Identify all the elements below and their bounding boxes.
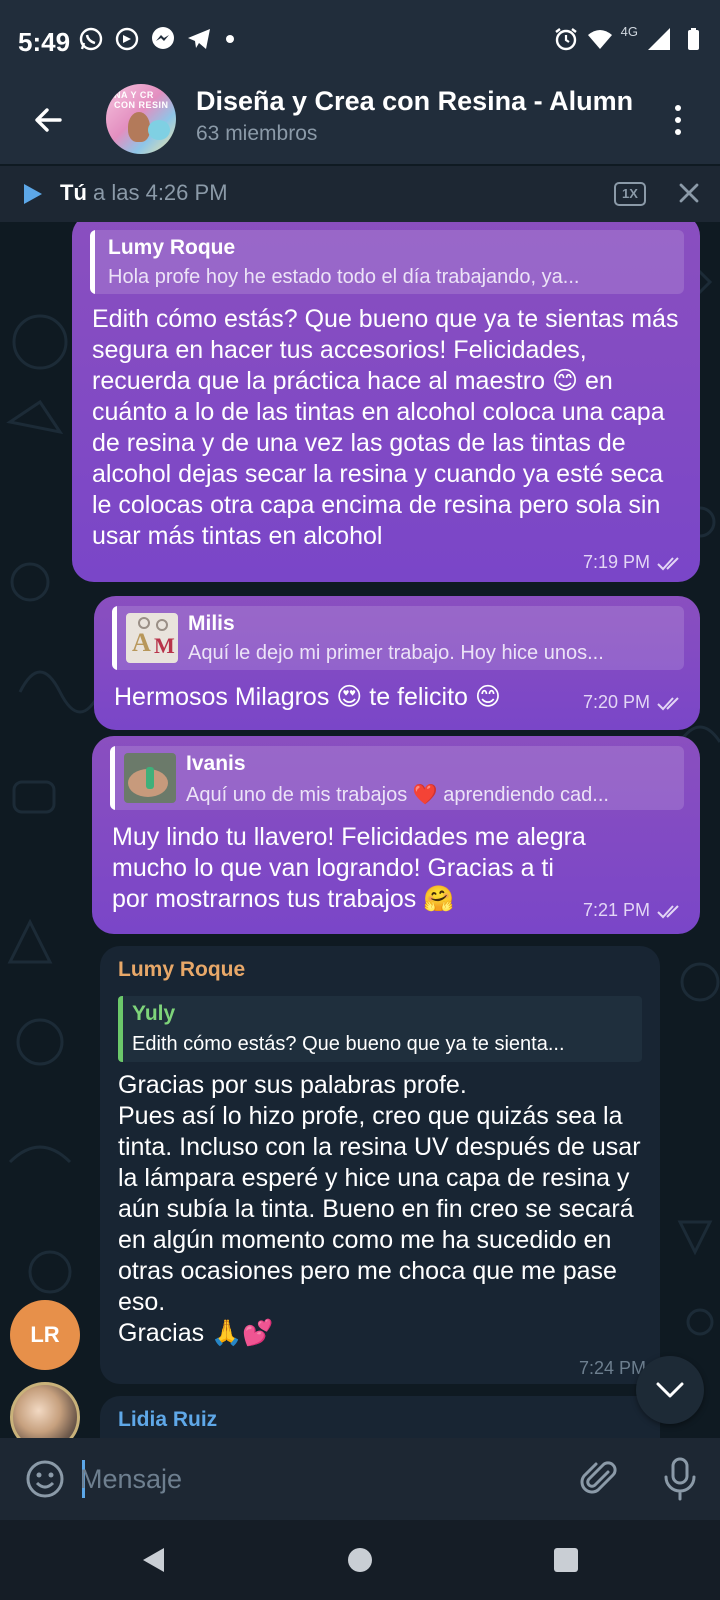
play-icon[interactable] xyxy=(22,182,44,206)
close-icon[interactable] xyxy=(674,178,704,208)
message-text: Edith cómo estás? Que bueno que ya te si… xyxy=(92,305,679,550)
outgoing-message[interactable]: Lumy Roque Hola profe hoy he estado todo… xyxy=(72,222,700,582)
notification-icons xyxy=(78,26,234,52)
message-meta: 7:20 PM xyxy=(583,692,686,713)
incoming-message[interactable]: Lumy Roque Yuly Edith cómo estás? Que bu… xyxy=(100,946,660,1384)
more-notifications-dot xyxy=(226,35,234,43)
reply-accent-bar xyxy=(112,606,117,670)
reply-preview[interactable]: Ivanis Aquí uno de mis trabajos ❤️ apren… xyxy=(110,746,684,810)
status-bar: 5:49 4G xyxy=(0,0,720,80)
reply-accent-bar xyxy=(118,996,123,1062)
message-meta: 7:19 PM xyxy=(583,552,686,573)
reply-photo-thumbnail xyxy=(124,753,176,803)
message-input[interactable] xyxy=(80,1452,560,1506)
reply-photo-thumbnail: A M xyxy=(126,613,178,663)
back-arrow-icon xyxy=(35,108,62,132)
outgoing-message[interactable]: A M Milis Aquí le dejo mi primer trabajo… xyxy=(94,596,700,730)
reply-sender: Ivanis xyxy=(186,752,246,775)
reply-sender: Lumy Roque xyxy=(108,236,236,259)
wifi-icon xyxy=(587,30,612,49)
message-text: Gracias por sus palabras profe. Pues así… xyxy=(118,1071,641,1347)
message-time: 7:21 PM xyxy=(582,900,650,920)
group-avatar[interactable]: ÑA Y CR CON RESIN xyxy=(106,84,176,154)
message-meta: 7:21 PM xyxy=(583,900,686,921)
battery-icon xyxy=(688,28,699,50)
reply-preview[interactable]: Lumy Roque Hola profe hoy he estado todo… xyxy=(90,230,684,294)
incoming-message[interactable]: Lidia Ruiz xyxy=(100,1396,660,1438)
alarm-icon xyxy=(554,28,577,51)
svg-text:A: A xyxy=(132,628,151,657)
nav-recents-button[interactable] xyxy=(554,1548,578,1572)
network-type: 4G xyxy=(620,23,638,39)
group-avatar-person xyxy=(128,112,150,142)
playback-speed-button[interactable]: 1X xyxy=(614,182,646,206)
chat-header: ÑA Y CR CON RESIN Diseña y Crea con Resin… xyxy=(0,80,720,164)
double-check-icon xyxy=(657,556,679,570)
svg-text:M: M xyxy=(154,633,175,658)
reply-sender: Milis xyxy=(188,612,235,635)
member-count: 63 miembros xyxy=(196,122,318,145)
signal-icon xyxy=(648,28,670,50)
navigation-icon xyxy=(115,27,139,51)
player-info: Tú a las 4:26 PM xyxy=(60,180,228,206)
whatsapp-icon xyxy=(79,27,103,51)
sender-name[interactable]: Lumy Roque xyxy=(118,958,245,982)
group-avatar-logo-text: ÑA Y CR CON RESIN xyxy=(114,90,169,110)
telegram-icon xyxy=(188,29,210,49)
menu-dot xyxy=(675,129,681,135)
messenger-icon xyxy=(152,27,174,49)
audio-player-bar[interactable]: Tú a las 4:26 PM 1X xyxy=(0,166,720,222)
double-check-icon xyxy=(657,696,679,710)
double-check-icon xyxy=(657,904,679,918)
telegram-chat-screen: 5:49 4G ÑA Y CR CON RESIN Diseña y Crea c… xyxy=(0,0,720,1600)
sender-name[interactable]: Lidia Ruiz xyxy=(118,1408,217,1432)
reply-text: Edith cómo estás? Que bueno que ya te si… xyxy=(132,1033,565,1055)
message-text: Muy lindo tu llavero! Felicidades me ale… xyxy=(112,823,586,913)
chevron-down-icon xyxy=(656,1382,684,1398)
reply-sender: Yuly xyxy=(132,1002,176,1025)
system-navigation-bar xyxy=(0,1520,720,1600)
group-avatar-decoration xyxy=(148,120,170,140)
reply-text: Hola profe hoy he estado todo el día tra… xyxy=(108,266,580,288)
reply-accent-bar xyxy=(90,230,95,294)
outgoing-message[interactable]: Ivanis Aquí uno de mis trabajos ❤️ apren… xyxy=(92,736,700,934)
menu-dot xyxy=(675,117,681,123)
message-time: 7:20 PM xyxy=(582,692,650,712)
group-title[interactable]: Diseña y Crea con Resina - Alumn xyxy=(196,86,636,117)
paperclip-icon[interactable] xyxy=(578,1458,620,1500)
status-time: 5:49 xyxy=(18,27,71,57)
menu-dot xyxy=(675,105,681,111)
emoji-icon[interactable] xyxy=(24,1458,66,1500)
scroll-to-bottom-button[interactable] xyxy=(636,1356,704,1424)
reply-accent-bar xyxy=(110,746,115,810)
nav-back-icon[interactable] xyxy=(140,1546,166,1574)
reply-text: Aquí le dejo mi primer trabajo. Hoy hice… xyxy=(188,642,604,664)
message-time: 7:24 PM xyxy=(578,1358,646,1378)
reply-preview[interactable]: A M Milis Aquí le dejo mi primer trabajo… xyxy=(112,606,684,670)
message-composer xyxy=(0,1438,720,1520)
player-time: a las 4:26 PM xyxy=(86,180,228,205)
reply-preview[interactable]: Yuly Edith cómo estás? Que bueno que ya … xyxy=(118,996,642,1062)
player-author: Tú xyxy=(60,180,87,205)
reply-text: Aquí uno de mis trabajos ❤️ aprendiendo … xyxy=(186,784,609,806)
message-time: 7:19 PM xyxy=(582,552,650,572)
message-list[interactable]: Lumy Roque Hola profe hoy he estado todo… xyxy=(0,222,720,1438)
more-options-button[interactable] xyxy=(660,96,696,144)
back-button[interactable] xyxy=(24,96,72,144)
nav-home-button[interactable] xyxy=(348,1548,372,1572)
system-icons: 4G xyxy=(553,23,706,52)
microphone-icon[interactable] xyxy=(660,1456,700,1502)
avatar[interactable]: LR xyxy=(10,1300,80,1370)
